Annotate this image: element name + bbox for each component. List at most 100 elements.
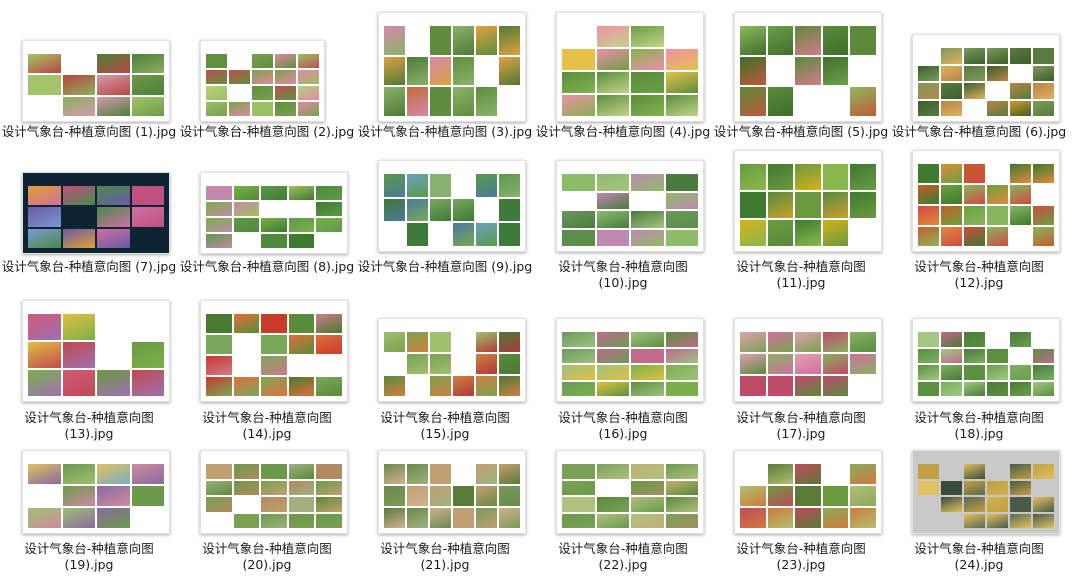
file-name-label[interactable]: 设计气象台-种植意向图 (5).jpg <box>712 124 890 140</box>
file-name-label[interactable]: 设计气象台-种植意向图 (9).jpg <box>356 259 534 275</box>
image-thumbnail[interactable] <box>734 318 882 402</box>
photo-tile <box>261 335 287 354</box>
file-item[interactable]: 设计气象台-种植意向图 (11).jpg <box>712 148 890 295</box>
image-thumbnail[interactable] <box>912 450 1060 534</box>
file-name-label[interactable]: 设计气象台-种植意向图 (8).jpg <box>178 259 356 275</box>
file-name-label[interactable]: 设计气象台-种植意向图 (18).jpg <box>890 410 1068 442</box>
file-item[interactable]: 设计气象台-种植意向图 (19).jpg <box>0 448 178 577</box>
file-name-label[interactable]: 设计气象台-种植意向图 (12).jpg <box>890 259 1068 291</box>
file-item[interactable]: 设计气象台-种植意向图 (23).jpg <box>712 448 890 577</box>
photo-tile <box>740 508 766 528</box>
file-item[interactable]: 设计气象台-种植意向图 (17).jpg <box>712 298 890 446</box>
file-name-line-2: (16).jpg <box>598 426 648 441</box>
file-item[interactable]: 设计气象台-种植意向图 (5).jpg <box>712 8 890 160</box>
image-thumbnail[interactable] <box>200 40 325 122</box>
photo-tile <box>28 370 61 396</box>
image-thumbnail[interactable] <box>200 450 348 534</box>
file-name-label[interactable]: 设计气象台-种植意向图 (19).jpg <box>0 541 178 573</box>
photo-tile <box>941 185 962 204</box>
photo-tile <box>1010 365 1031 380</box>
file-name-label[interactable]: 设计气象台-种植意向图 (6).jpg <box>890 124 1068 140</box>
file-name-label[interactable]: 设计气象台-种植意向图 (13).jpg <box>0 410 178 442</box>
file-item[interactable]: 设计气象台-种植意向图 (12).jpg <box>890 148 1068 295</box>
photo-tile <box>28 314 61 340</box>
image-thumbnail[interactable] <box>734 150 882 252</box>
file-name-label[interactable]: 设计气象台-种植意向图 (3).jpg <box>356 124 534 140</box>
file-name-label[interactable]: 设计气象台-种植意向图 (10).jpg <box>534 259 712 291</box>
file-name-label[interactable]: 设计气象台-种植意向图 (21).jpg <box>356 541 534 573</box>
file-name-line-1: 设计气象台-种植意向图 (5).jpg <box>713 124 889 139</box>
file-name-label[interactable]: 设计气象台-种植意向图 (2).jpg <box>178 124 356 140</box>
file-item[interactable]: 设计气象台-种植意向图 (20).jpg <box>178 448 356 577</box>
photo-tile <box>233 464 260 479</box>
image-thumbnail[interactable] <box>22 172 170 254</box>
file-name-label[interactable]: 设计气象台-种植意向图 (16).jpg <box>534 410 712 442</box>
photo-tile <box>1033 83 1054 99</box>
photo-tile <box>822 220 849 246</box>
photo-tile <box>1033 206 1054 225</box>
photo-tile <box>740 376 766 396</box>
image-thumbnail[interactable] <box>378 450 526 534</box>
file-name-label[interactable]: 设计气象台-种植意向图 (15).jpg <box>356 410 534 442</box>
photo-tile <box>275 70 296 84</box>
file-item[interactable]: 设计气象台-种植意向图 (24).jpg <box>890 448 1068 577</box>
image-thumbnail[interactable] <box>912 34 1060 122</box>
file-item[interactable]: 设计气象台-种植意向图 (2).jpg <box>178 8 356 160</box>
file-name-label[interactable]: 设计气象台-种植意向图 (23).jpg <box>712 541 890 573</box>
file-item[interactable]: 设计气象台-种植意向图 (18).jpg <box>890 298 1068 446</box>
photo-tile <box>275 54 296 68</box>
photo-tile <box>596 192 629 209</box>
file-item[interactable]: 设计气象台-种植意向图 (10).jpg <box>534 148 712 295</box>
photo-tile <box>1010 381 1031 396</box>
image-thumbnail[interactable] <box>378 12 526 122</box>
photo-tile <box>631 365 664 380</box>
file-name-label[interactable]: 设计气象台-种植意向图 (14).jpg <box>178 410 356 442</box>
file-item[interactable]: 设计气象台-种植意向图 (15).jpg <box>356 298 534 446</box>
image-thumbnail[interactable] <box>200 172 348 254</box>
image-thumbnail[interactable] <box>734 12 882 122</box>
file-name-label[interactable]: 设计气象台-种植意向图 (24).jpg <box>890 541 1068 573</box>
file-item[interactable]: 设计气象台-种植意向图 (22).jpg <box>534 448 712 577</box>
file-item[interactable]: 设计气象台-种植意向图 (13).jpg <box>0 298 178 446</box>
file-item[interactable]: 设计气象台-种植意向图 (16).jpg <box>534 298 712 446</box>
photo-tile <box>987 497 1008 512</box>
image-thumbnail[interactable] <box>22 40 170 122</box>
image-thumbnail[interactable] <box>734 450 882 534</box>
file-name-label[interactable]: 设计气象台-种植意向图 (22).jpg <box>534 541 712 573</box>
photo-tile <box>261 480 287 495</box>
file-name-line-1: 设计气象台-种植意向图 <box>736 410 866 425</box>
image-thumbnail[interactable] <box>556 12 704 122</box>
file-name-label[interactable]: 设计气象台-种植意向图 (4).jpg <box>534 124 712 140</box>
file-name-label[interactable]: 设计气象台-种植意向图 (11).jpg <box>712 259 890 291</box>
image-thumbnail[interactable] <box>22 450 170 534</box>
file-name-label[interactable]: 设计气象台-种植意向图 (7).jpg <box>0 259 178 275</box>
file-item[interactable]: 设计气象台-种植意向图 (7).jpg <box>0 148 178 295</box>
image-thumbnail[interactable] <box>556 450 704 534</box>
file-name-label[interactable]: 设计气象台-种植意向图 (17).jpg <box>712 410 890 442</box>
file-item[interactable]: 设计气象台-种植意向图 (8).jpg <box>178 148 356 295</box>
photo-tile <box>316 335 342 354</box>
photo-tile <box>206 86 227 100</box>
file-item[interactable]: 设计气象台-种植意向图 (21).jpg <box>356 448 534 577</box>
file-name-label[interactable]: 设计气象台-种植意向图 (20).jpg <box>178 541 356 573</box>
file-item[interactable]: 设计气象台-种植意向图 (6).jpg <box>890 8 1068 160</box>
image-thumbnail[interactable] <box>556 160 704 252</box>
photo-tile <box>430 174 451 197</box>
file-item[interactable]: 设计气象台-种植意向图 (14).jpg <box>178 298 356 446</box>
file-item[interactable]: 设计气象台-种植意向图 (1).jpg <box>0 8 178 160</box>
file-item[interactable]: 设计气象台-种植意向图 (9).jpg <box>356 148 534 295</box>
photo-tile <box>964 206 985 225</box>
photo-tile <box>850 192 876 218</box>
image-thumbnail[interactable] <box>556 318 704 402</box>
image-thumbnail[interactable] <box>912 150 1060 252</box>
file-item[interactable]: 设计气象台-种植意向图 (3).jpg <box>356 8 534 160</box>
photo-tile <box>740 56 766 86</box>
file-item[interactable]: 设计气象台-种植意向图 (4).jpg <box>534 8 712 160</box>
image-thumbnail[interactable] <box>22 300 170 402</box>
image-thumbnail[interactable] <box>912 318 1060 402</box>
image-thumbnail[interactable] <box>378 318 526 402</box>
image-thumbnail[interactable] <box>378 160 526 252</box>
photo-tile <box>252 86 273 100</box>
file-name-label[interactable]: 设计气象台-种植意向图 (1).jpg <box>0 124 178 140</box>
image-thumbnail[interactable] <box>200 300 348 402</box>
